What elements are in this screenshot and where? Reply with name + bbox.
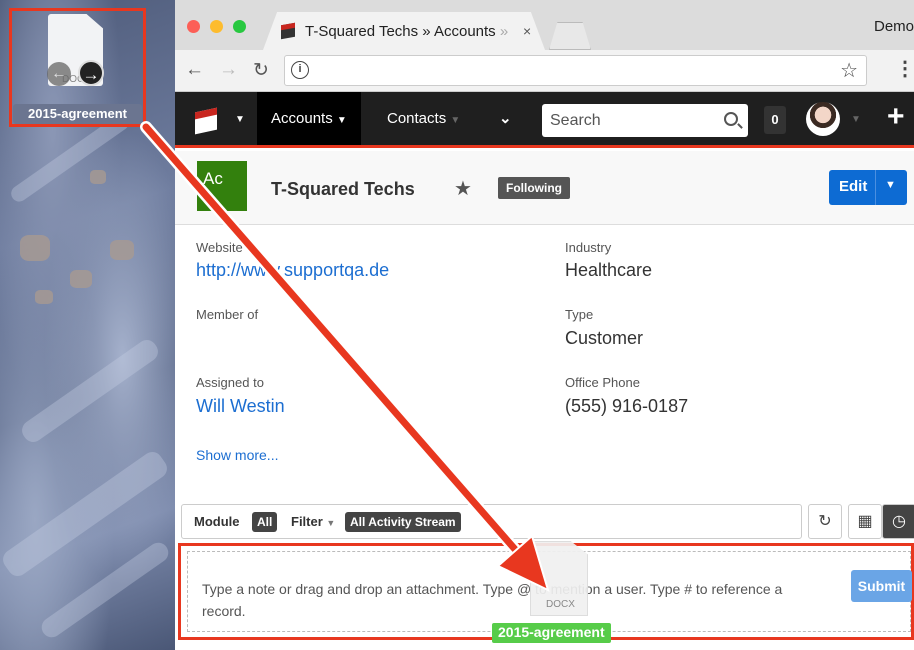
assigned-to-label: Assigned to xyxy=(196,375,264,390)
info-icon[interactable]: i xyxy=(291,61,309,79)
search-placeholder: Search xyxy=(550,112,601,129)
module-badge: Ac xyxy=(197,161,247,211)
user-menu-chevron-icon[interactable]: ▼ xyxy=(851,114,861,125)
industry-value: Healthcare xyxy=(565,260,653,280)
app-logo-icon[interactable] xyxy=(195,107,217,135)
rock-decoration xyxy=(35,290,53,304)
edit-split-divider xyxy=(875,170,876,205)
favorite-star-icon[interactable]: ★ xyxy=(454,176,472,201)
tab-close-icon[interactable]: × xyxy=(523,23,531,39)
type-label: Type xyxy=(565,307,594,322)
rock-decoration xyxy=(110,240,134,260)
new-tab-button[interactable] xyxy=(549,22,591,50)
industry-label: Industry xyxy=(565,240,612,255)
list-view-icon[interactable]: ▦ xyxy=(848,504,882,539)
website-label: Website xyxy=(196,240,243,255)
rock-decoration xyxy=(90,170,106,184)
favicon-icon xyxy=(281,22,295,40)
global-search-input[interactable]: Search xyxy=(542,104,748,137)
module-filter-value[interactable]: All xyxy=(252,512,278,532)
browser-tab[interactable]: T-Squared Techs » Accounts » × xyxy=(263,12,545,50)
dragged-file-label: 2015-agreement xyxy=(492,623,611,643)
user-avatar[interactable] xyxy=(806,102,840,136)
rock-decoration xyxy=(70,270,92,288)
submit-button[interactable]: Submit xyxy=(851,570,912,602)
browser-menu-icon[interactable]: ⋮ xyxy=(895,56,914,81)
url-input[interactable]: i ☆ xyxy=(284,55,867,86)
record-header: Ac T-Squared Techs ★ Following Edit ▼ xyxy=(175,151,914,225)
search-icon[interactable] xyxy=(724,112,738,126)
nav-more-chevron-icon[interactable]: ⌄ xyxy=(485,92,526,145)
chevron-down-icon[interactable]: ▼ xyxy=(235,114,245,125)
notification-count[interactable]: 0 xyxy=(764,106,786,134)
module-filter-label: Module xyxy=(194,514,240,529)
quick-create-plus-icon[interactable]: + xyxy=(887,100,905,134)
tab-title: T-Squared Techs » Accounts » xyxy=(305,23,509,40)
minimize-window-button[interactable] xyxy=(210,20,223,33)
activity-stream-clock-icon[interactable]: ◷ xyxy=(882,504,914,539)
nav-accounts[interactable]: Accounts ▼ xyxy=(257,92,361,145)
office-phone-value: (555) 916-0187 xyxy=(565,396,689,416)
dragged-document-icon: DOCX xyxy=(530,541,588,616)
reload-icon[interactable]: ↻ xyxy=(253,59,269,82)
filter-value[interactable]: All Activity Stream xyxy=(345,512,461,532)
forward-icon[interactable]: → xyxy=(219,59,238,81)
refresh-icon[interactable]: ↻ xyxy=(808,504,842,539)
forward-arrow-icon: → xyxy=(78,60,104,86)
dragged-file-extension: DOCX xyxy=(546,599,575,610)
type-value: Customer xyxy=(565,328,644,348)
following-badge[interactable]: Following xyxy=(498,177,570,199)
edit-dropdown-chevron-icon[interactable]: ▼ xyxy=(885,179,896,191)
terrain-decoration xyxy=(18,336,162,446)
app-navbar: ▼ Accounts ▼ Contacts ▼ ⌄ Search 0 ▼ + xyxy=(175,92,914,148)
record-title: T-Squared Techs xyxy=(271,179,415,199)
edit-button-label: Edit xyxy=(839,178,868,195)
rock-decoration xyxy=(20,235,50,261)
bookmark-star-icon[interactable]: ☆ xyxy=(840,58,858,83)
zoom-window-button[interactable] xyxy=(233,20,246,33)
filter-dropdown[interactable]: Filter ▼ xyxy=(291,514,335,529)
comment-drop-zone[interactable]: Type a note or drag and drop an attachme… xyxy=(178,541,914,643)
back-arrow-icon: ← xyxy=(47,62,71,86)
address-bar-row: ← → ↻ i ☆ ⋮ xyxy=(175,50,914,92)
browser-profile-name[interactable]: Demo xyxy=(874,18,914,35)
nav-contacts[interactable]: Contacts ▼ xyxy=(373,92,474,145)
member-of-label: Member of xyxy=(196,307,259,322)
website-link[interactable]: http://www.supportqa.de xyxy=(196,260,389,281)
back-icon[interactable]: ← xyxy=(185,59,204,81)
show-more-link[interactable]: Show more... xyxy=(196,447,278,463)
comment-input[interactable]: Type a note or drag and drop an attachme… xyxy=(187,541,912,643)
browser-titlebar: T-Squared Techs » Accounts » × Demo xyxy=(175,0,914,50)
browser-window: T-Squared Techs » Accounts » × Demo ← → … xyxy=(175,0,914,650)
edit-button[interactable]: Edit ▼ xyxy=(829,170,907,205)
activity-filter-box[interactable]: Module All Filter ▼ All Activity Stream xyxy=(181,504,802,539)
close-window-button[interactable] xyxy=(187,20,200,33)
comment-placeholder: Type a note or drag and drop an attachme… xyxy=(202,581,783,619)
desktop-file-name[interactable]: 2015-agreement xyxy=(13,104,142,124)
terrain-decoration xyxy=(37,538,173,642)
activity-toolbar: Module All Filter ▼ All Activity Stream … xyxy=(175,503,914,539)
office-phone-label: Office Phone xyxy=(565,375,640,390)
assigned-to-link[interactable]: Will Westin xyxy=(196,396,285,417)
